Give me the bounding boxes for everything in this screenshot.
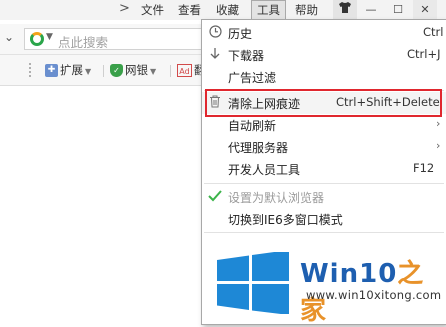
menu-item-label: 下载器 <box>228 49 265 63</box>
skin-icon[interactable] <box>333 0 357 19</box>
ad-icon: Ad <box>177 64 192 77</box>
menu-item-switch-ie6-mode[interactable]: 切换到IE6多窗口模式 <box>202 208 446 230</box>
chevron-right-icon: › <box>436 117 441 130</box>
menu-item-label: 切换到IE6多窗口模式 <box>228 213 343 227</box>
menu-view[interactable]: 查看 <box>178 2 201 18</box>
search-engine-caret-icon[interactable]: ▼ <box>46 32 53 42</box>
menu-item-developer-tools[interactable]: 开发人员工具 F12 <box>202 158 446 180</box>
chevron-down-icon: ▼ <box>85 67 92 76</box>
toolbar-divider <box>103 65 104 77</box>
menu-item-shortcut: Ctrl <box>423 25 444 39</box>
watermark-url: www.win10xitong.com <box>306 288 442 302</box>
menu-separator <box>204 232 444 233</box>
menu-item-history[interactable]: 历史 Ctrl <box>202 22 446 44</box>
bank-label: 网银 <box>125 63 148 77</box>
menu-item-set-default-browser[interactable]: 设置为默认浏览器 <box>202 186 446 208</box>
watermark-title-en: Win10 <box>300 259 398 289</box>
menu-item-label: 广告过滤 <box>228 71 277 85</box>
extensions-button[interactable]: ✚ 扩展 ▼ <box>45 62 91 78</box>
menu-item-ad-filter[interactable]: 广告过滤 <box>202 66 446 88</box>
toolbar-divider <box>170 65 171 77</box>
menu-item-shortcut: Ctrl+J <box>407 47 441 61</box>
menu-item-downloader[interactable]: 下载器 Ctrl+J <box>202 44 446 66</box>
chevron-down-icon: ▼ <box>150 67 157 76</box>
menu-item-label: 开发人员工具 <box>228 163 301 177</box>
toolbar-grip[interactable] <box>28 62 32 78</box>
menu-item-label: 代理服务器 <box>228 141 289 155</box>
menu-favorites[interactable]: 收藏 <box>216 2 239 18</box>
menu-overflow-chevron[interactable]: > <box>119 1 130 16</box>
search-placeholder: 点此搜索 <box>58 35 109 50</box>
menu-item-proxy-server[interactable]: 代理服务器 › <box>202 136 446 158</box>
extensions-label: 扩展 <box>60 63 83 77</box>
menu-tools[interactable]: 工具 <box>251 0 286 20</box>
checkmark-icon <box>208 189 222 203</box>
download-arrow-icon <box>208 47 222 61</box>
clock-icon <box>208 25 222 39</box>
menu-item-label: 历史 <box>228 27 253 41</box>
menu-bar: > 文件 查看 收藏 工具 帮助 — ☐ ✕ <box>0 0 446 20</box>
highlight-annotation-box <box>205 89 442 117</box>
maximize-button[interactable]: ☐ <box>386 0 410 19</box>
puzzle-icon: ✚ <box>45 64 58 77</box>
windows-logo-icon <box>217 252 289 314</box>
address-dropdown-chevron-icon[interactable]: ⌄ <box>4 30 14 44</box>
menu-item-label: 自动刷新 <box>228 119 277 133</box>
close-button[interactable]: ✕ <box>413 0 437 19</box>
chevron-right-icon: › <box>436 139 441 152</box>
bank-button[interactable]: ✓ 网银 ▼ <box>110 62 156 78</box>
menu-file[interactable]: 文件 <box>141 2 164 18</box>
menu-help[interactable]: 帮助 <box>295 2 318 18</box>
shield-icon: ✓ <box>110 64 123 77</box>
menu-item-label: 设置为默认浏览器 <box>228 191 325 205</box>
search-engine-logo-icon <box>30 32 44 46</box>
menu-item-shortcut: F12 <box>413 161 435 175</box>
minimize-button[interactable]: — <box>359 0 383 19</box>
menu-separator <box>204 183 444 184</box>
menu-item-auto-refresh[interactable]: 自动刷新 › <box>202 114 446 136</box>
